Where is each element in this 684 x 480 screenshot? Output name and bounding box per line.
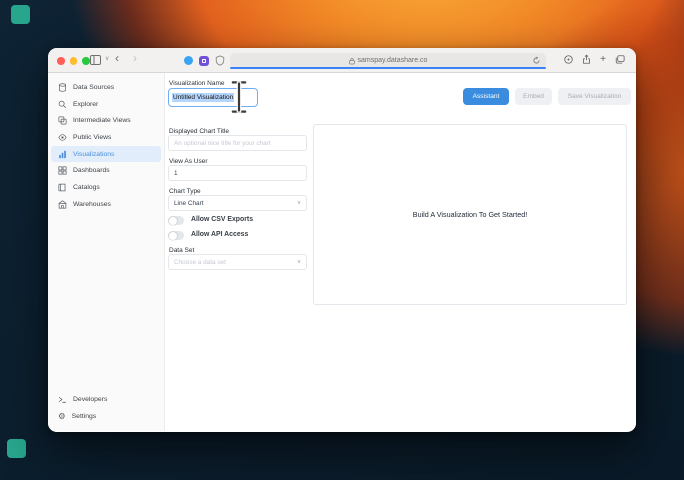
chevron-down-icon: ∨ xyxy=(296,259,301,265)
sidebar-item-settings[interactable]: ⚙ Settings xyxy=(51,408,161,425)
downloads-icon[interactable] xyxy=(564,55,573,64)
warehouse-icon xyxy=(58,200,67,209)
view-as-user-label: View As User xyxy=(169,158,208,165)
lock-icon xyxy=(348,57,355,64)
layers-icon xyxy=(58,116,67,125)
share-icon[interactable] xyxy=(582,54,591,65)
view-as-user-input[interactable] xyxy=(168,165,307,181)
sidebar-item-label: Developers xyxy=(73,396,108,404)
api-access-toggle[interactable] xyxy=(168,231,184,240)
sidebar-item-intermediate-views[interactable]: Intermediate Views xyxy=(51,112,161,129)
sidebar-item-warehouses[interactable]: Warehouses xyxy=(51,196,161,213)
desktop-artifact xyxy=(7,439,26,458)
api-access-label: Allow API Access xyxy=(191,231,249,238)
data-set-select[interactable]: Choose a data set ∨ xyxy=(168,254,307,270)
grid-icon xyxy=(58,166,67,175)
visualization-name-label: Visualization Name xyxy=(169,80,225,87)
terminal-icon xyxy=(58,397,66,404)
sidebar-item-visualizations[interactable]: Visualizations xyxy=(51,145,161,163)
visualization-preview-panel: Build A Visualization To Get Started! xyxy=(313,124,627,305)
browser-window: ∨ ‹ › samspay.datashare.co + Data Source… xyxy=(48,48,636,432)
zoom-window-button[interactable] xyxy=(82,57,90,65)
chevron-down-icon[interactable]: ∨ xyxy=(105,55,109,62)
assistant-button[interactable]: Assistant xyxy=(463,88,509,105)
chart-title-input[interactable] xyxy=(168,135,307,151)
sidebar-item-label: Intermediate Views xyxy=(73,117,131,125)
book-icon xyxy=(58,183,66,192)
close-window-button[interactable] xyxy=(57,57,65,65)
url-text: samspay.datashare.co xyxy=(357,57,428,64)
new-tab-icon[interactable]: + xyxy=(600,54,606,65)
desktop-wallpaper: ∨ ‹ › samspay.datashare.co + Data Source… xyxy=(0,0,684,480)
main-content: Visualization Name Untitled Visualizatio… xyxy=(165,73,636,431)
chart-type-select[interactable]: Line Chart ∨ xyxy=(168,195,307,211)
chart-type-value: Line Chart xyxy=(174,199,204,207)
bar-chart-icon xyxy=(59,150,66,158)
sidebar-item-public-views[interactable]: Public Views xyxy=(51,129,161,146)
data-set-label: Data Set xyxy=(169,247,195,254)
extension-icons xyxy=(184,55,225,66)
search-icon xyxy=(58,100,67,108)
visualization-name-input[interactable]: Untitled Visualization xyxy=(168,88,258,107)
sidebar-item-explorer[interactable]: Explorer xyxy=(51,96,161,113)
sidebar-item-label: Explorer xyxy=(73,100,99,108)
csv-exports-toggle[interactable] xyxy=(168,216,184,225)
chart-title-label: Displayed Chart Title xyxy=(169,128,229,135)
sidebar-item-catalogs[interactable]: Catalogs xyxy=(51,179,161,196)
sidebar-item-dashboards[interactable]: Dashboards xyxy=(51,162,161,179)
address-bar[interactable]: samspay.datashare.co xyxy=(230,52,546,69)
chevron-down-icon: ∨ xyxy=(296,200,301,206)
gear-icon: ⚙ xyxy=(58,411,66,422)
sidebar-item-label: Visualizations xyxy=(73,150,115,158)
desktop-artifact xyxy=(11,5,30,24)
back-button[interactable]: ‹ xyxy=(115,51,119,65)
sidebar-item-developers[interactable]: Developers xyxy=(51,392,161,409)
browser-toolbar: ∨ ‹ › samspay.datashare.co + xyxy=(48,48,636,73)
chart-type-label: Chart Type xyxy=(169,188,201,195)
database-icon xyxy=(59,83,66,92)
tab-overview-icon[interactable] xyxy=(615,55,625,64)
embed-button[interactable]: Embed xyxy=(515,88,552,105)
sidebar-item-label: Data Sources xyxy=(73,83,115,91)
forward-button[interactable]: › xyxy=(133,51,137,65)
window-controls xyxy=(57,57,90,65)
toolbar-right-icons: + xyxy=(564,54,625,65)
sidebar-item-label: Public Views xyxy=(73,133,112,141)
minimize-window-button[interactable] xyxy=(69,57,77,65)
refresh-icon[interactable] xyxy=(532,55,541,65)
extension-icon[interactable] xyxy=(199,55,209,66)
sidebar-toggle-icon[interactable] xyxy=(90,55,101,65)
app-sidebar: Data Sources Explorer Intermediate Views xyxy=(48,73,165,431)
sidebar-item-label: Catalogs xyxy=(73,183,100,191)
data-set-placeholder: Choose a data set xyxy=(174,258,226,266)
empty-state-text: Build A Visualization To Get Started! xyxy=(412,210,528,219)
eye-icon xyxy=(58,134,67,141)
csv-exports-label: Allow CSV Exports xyxy=(191,216,254,223)
extension-icon[interactable] xyxy=(184,56,193,65)
save-visualization-button[interactable]: Save Visualization xyxy=(558,88,631,105)
shield-extension-icon[interactable] xyxy=(215,55,225,66)
sidebar-item-label: Warehouses xyxy=(73,200,111,208)
sidebar-item-label: Settings xyxy=(71,413,97,421)
sidebar-item-label: Dashboards xyxy=(73,167,110,175)
selected-text: Untitled Visualization xyxy=(172,93,235,102)
sidebar-item-data-sources[interactable]: Data Sources xyxy=(51,79,161,96)
